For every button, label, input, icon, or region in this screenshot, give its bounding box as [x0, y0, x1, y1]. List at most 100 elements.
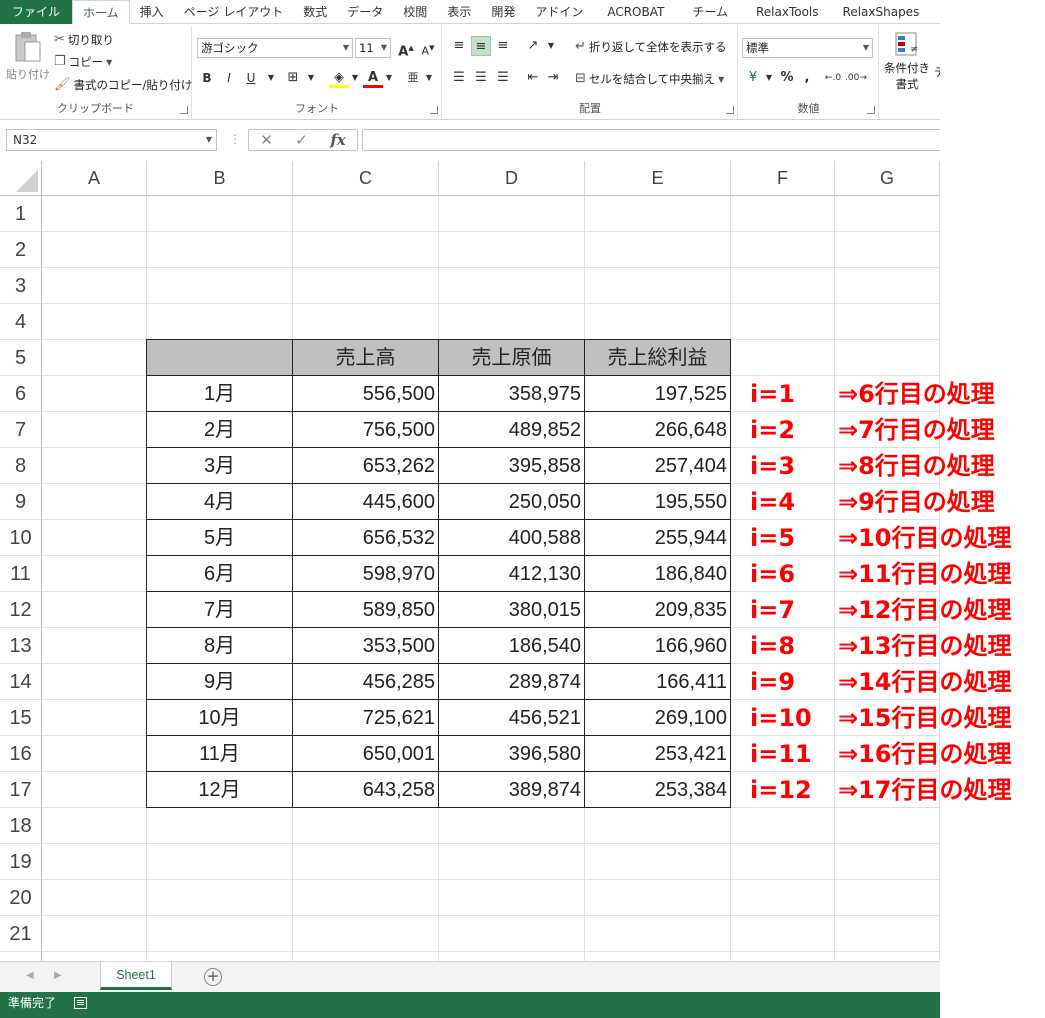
grow-font-icon[interactable]: A▲: [396, 38, 416, 59]
table-cell-sales[interactable]: 589,850: [292, 591, 439, 628]
table-cell-profit[interactable]: 253,421: [584, 735, 731, 772]
merge-center-button[interactable]: ⊟ セルを結合して中央揃え ▼: [575, 71, 724, 87]
tab-file[interactable]: ファイル: [0, 0, 73, 24]
align-center-icon[interactable]: ☰: [471, 68, 491, 88]
check-icon[interactable]: ✓: [295, 131, 308, 149]
table-cell-sales[interactable]: 445,600: [292, 483, 439, 520]
table-cell-cost[interactable]: 250,050: [438, 483, 585, 520]
row-header-20[interactable]: 20: [0, 880, 42, 916]
align-middle-icon[interactable]: ≡: [471, 36, 491, 56]
table-cell-profit[interactable]: 166,411: [584, 663, 731, 700]
conditional-format-button[interactable]: ≠ 条件付き 書式: [884, 30, 930, 92]
table-cell-cost[interactable]: 396,580: [438, 735, 585, 772]
tab-addins[interactable]: アドイン: [525, 0, 593, 24]
scroll-left-icon[interactable]: ◀: [26, 970, 34, 981]
table-cell-sales[interactable]: 643,258: [292, 771, 439, 808]
row-header-15[interactable]: 15: [0, 700, 42, 736]
table-cell-sales[interactable]: 653,262: [292, 447, 439, 484]
insert-function-button[interactable]: fx: [330, 131, 345, 149]
table-header-cell[interactable]: [146, 339, 293, 376]
tab-acrobat[interactable]: ACROBAT: [593, 0, 678, 24]
select-all-button[interactable]: [0, 161, 42, 196]
number-format-select[interactable]: 標準 ▼: [742, 38, 873, 58]
tab-insert[interactable]: 挿入: [130, 0, 174, 24]
chevron-down-icon[interactable]: ▼: [541, 36, 561, 56]
row-header-17[interactable]: 17: [0, 772, 42, 808]
comma-button[interactable]: ,: [797, 68, 817, 88]
table-cell-cost[interactable]: 489,852: [438, 411, 585, 448]
column-header-a[interactable]: A: [42, 161, 147, 196]
scroll-right-icon[interactable]: ▶: [54, 970, 62, 981]
dialog-launcher-icon[interactable]: [726, 106, 734, 114]
tab-view[interactable]: 表示: [437, 0, 481, 24]
row-header-16[interactable]: 16: [0, 736, 42, 772]
table-cell-sales[interactable]: 756,500: [292, 411, 439, 448]
table-cell-profit[interactable]: 257,404: [584, 447, 731, 484]
align-bottom-icon[interactable]: ≡: [493, 36, 513, 56]
row-header-12[interactable]: 12: [0, 592, 42, 628]
table-cell-month[interactable]: 1月: [146, 375, 293, 412]
percent-button[interactable]: %: [777, 68, 797, 88]
table-cell-cost[interactable]: 456,521: [438, 699, 585, 736]
border-icon[interactable]: ⊞: [283, 68, 303, 88]
table-cell-cost[interactable]: 358,975: [438, 375, 585, 412]
table-cell-profit[interactable]: 255,944: [584, 519, 731, 556]
align-top-icon[interactable]: ≡: [449, 36, 469, 56]
bold-button[interactable]: B: [197, 68, 217, 88]
column-header-e[interactable]: E: [585, 161, 731, 196]
row-header-14[interactable]: 14: [0, 664, 42, 700]
row-header-1[interactable]: 1: [0, 196, 42, 232]
underline-button[interactable]: U: [241, 68, 261, 88]
increase-indent-icon[interactable]: ⇥: [543, 68, 563, 88]
table-cell-month[interactable]: 9月: [146, 663, 293, 700]
increase-decimal-icon[interactable]: ←.0: [823, 68, 843, 88]
row-header-6[interactable]: 6: [0, 376, 42, 412]
font-name-select[interactable]: 游ゴシック ▼: [197, 38, 353, 58]
table-cell-month[interactable]: 10月: [146, 699, 293, 736]
sheet-tab-sheet1[interactable]: Sheet1: [100, 962, 172, 990]
table-cell-profit[interactable]: 269,100: [584, 699, 731, 736]
table-cell-month[interactable]: 3月: [146, 447, 293, 484]
table-cell-month[interactable]: 12月: [146, 771, 293, 808]
cancel-icon[interactable]: ✕: [260, 131, 273, 149]
table-cell-profit[interactable]: 209,835: [584, 591, 731, 628]
row-header-18[interactable]: 18: [0, 808, 42, 844]
decrease-decimal-icon[interactable]: .00→: [845, 68, 867, 88]
table-cell-profit[interactable]: 197,525: [584, 375, 731, 412]
table-cell-profit[interactable]: 166,960: [584, 627, 731, 664]
dialog-launcher-icon[interactable]: [180, 106, 188, 114]
table-cell-cost[interactable]: 380,015: [438, 591, 585, 628]
row-header-7[interactable]: 7: [0, 412, 42, 448]
table-cell-sales[interactable]: 598,970: [292, 555, 439, 592]
table-cell-sales[interactable]: 556,500: [292, 375, 439, 412]
align-left-icon[interactable]: ☰: [449, 68, 469, 88]
table-cell-cost[interactable]: 400,588: [438, 519, 585, 556]
format-as-table-label[interactable]: テ: [934, 64, 940, 80]
italic-button[interactable]: I: [219, 68, 239, 88]
table-cell-cost[interactable]: 186,540: [438, 627, 585, 664]
tab-review[interactable]: 校閲: [393, 0, 437, 24]
table-cell-profit[interactable]: 266,648: [584, 411, 731, 448]
orientation-icon[interactable]: ↗: [523, 36, 543, 56]
table-cell-month[interactable]: 7月: [146, 591, 293, 628]
worksheet-grid[interactable]: A B C D E F G 1 2 3 4 5 6 7 8 9 10 11 12 13 14 15 16 17 1…: [0, 161, 940, 961]
chevron-down-icon[interactable]: ▼: [261, 68, 281, 88]
chevron-down-icon[interactable]: ▼: [759, 68, 779, 88]
table-cell-profit[interactable]: 195,550: [584, 483, 731, 520]
column-header-g[interactable]: G: [835, 161, 940, 196]
table-cell-profit[interactable]: 186,840: [584, 555, 731, 592]
table-cell-sales[interactable]: 725,621: [292, 699, 439, 736]
table-cell-sales[interactable]: 353,500: [292, 627, 439, 664]
table-cell-sales[interactable]: 650,001: [292, 735, 439, 772]
row-header-5[interactable]: 5: [0, 340, 42, 376]
add-sheet-icon[interactable]: +: [204, 968, 222, 986]
chevron-down-icon[interactable]: ▼: [301, 68, 321, 88]
copy-button[interactable]: ❐ コピー ▼: [54, 54, 112, 70]
row-header-3[interactable]: 3: [0, 268, 42, 304]
decrease-indent-icon[interactable]: ⇤: [523, 68, 543, 88]
chevron-down-icon[interactable]: ▼: [419, 68, 439, 88]
table-cell-cost[interactable]: 289,874: [438, 663, 585, 700]
cut-button[interactable]: ✂ 切り取り: [54, 32, 114, 48]
tab-home[interactable]: ホーム: [72, 0, 130, 25]
chevron-down-icon[interactable]: ▼: [379, 68, 399, 88]
